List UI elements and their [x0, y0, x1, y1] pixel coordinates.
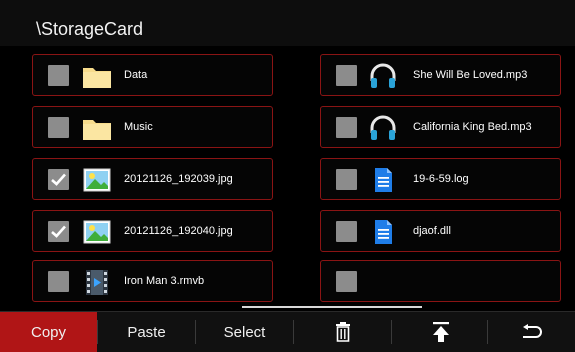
checkbox[interactable] — [336, 169, 357, 190]
file-item-video[interactable]: Iron Man 3.rmvb — [32, 260, 273, 302]
headphones-icon — [370, 63, 396, 88]
checkbox-checked[interactable] — [48, 169, 69, 190]
copy-label: Copy — [30, 323, 67, 341]
file-name: California King Bed.mp3 — [413, 121, 532, 133]
file-item-data[interactable]: Data — [32, 54, 273, 96]
file-name: Iron Man 3.rmvb — [124, 275, 205, 287]
file-name: djaof.dll — [413, 225, 451, 237]
move-to-top-button[interactable] — [392, 312, 489, 352]
document-icon — [375, 168, 392, 192]
file-item-image-2[interactable]: 20121126_192040.jpg — [32, 210, 273, 252]
document-icon — [375, 220, 392, 244]
file-item-dll[interactable]: djaof.dll — [320, 210, 561, 252]
headphones-icon — [370, 115, 396, 140]
paste-label: Paste — [127, 323, 166, 341]
file-grid: Data Music 20121126_192039.jpg 20121126_… — [0, 46, 575, 304]
delete-button[interactable] — [294, 312, 391, 352]
image-file-icon — [83, 220, 111, 244]
move-to-top-icon — [432, 322, 449, 342]
video-file-icon — [86, 270, 108, 295]
file-name: 19-6-59.log — [413, 173, 469, 185]
copy-button[interactable]: Copy — [0, 312, 97, 352]
bottom-toolbar: Copy Paste Select — [0, 311, 575, 352]
checkbox[interactable] — [48, 65, 69, 86]
file-item-empty[interactable] — [320, 260, 561, 302]
title-bar: \StorageCard — [0, 0, 575, 46]
file-name: She Will Be Loved.mp3 — [413, 69, 528, 81]
checkmark-icon — [51, 225, 66, 238]
file-item-mp3-2[interactable]: California King Bed.mp3 — [320, 106, 561, 148]
select-button[interactable]: Select — [196, 312, 293, 352]
trash-icon — [335, 322, 350, 342]
file-item-log[interactable]: 19-6-59.log — [320, 158, 561, 200]
checkbox[interactable] — [336, 117, 357, 138]
back-arrow-icon — [522, 324, 542, 338]
select-label: Select — [223, 323, 266, 341]
checkbox[interactable] — [336, 221, 357, 242]
checkbox-checked[interactable] — [48, 221, 69, 242]
file-name: 20121126_192040.jpg — [124, 225, 233, 237]
current-path: \StorageCard — [36, 19, 144, 39]
file-name: Data — [124, 69, 148, 81]
checkmark-icon — [51, 173, 66, 186]
folder-icon — [83, 120, 111, 140]
checkbox[interactable] — [336, 65, 357, 86]
checkbox[interactable] — [48, 117, 69, 138]
scroll-indicator[interactable] — [242, 306, 422, 308]
checkbox[interactable] — [48, 271, 69, 292]
folder-icon — [83, 68, 111, 88]
file-item-mp3-1[interactable]: She Will Be Loved.mp3 — [320, 54, 561, 96]
file-item-image-1[interactable]: 20121126_192039.jpg — [32, 158, 273, 200]
checkbox[interactable] — [336, 271, 357, 292]
image-file-icon — [83, 168, 111, 192]
back-button[interactable] — [488, 312, 575, 352]
file-name: 20121126_192039.jpg — [124, 173, 233, 185]
paste-button[interactable]: Paste — [98, 312, 195, 352]
file-name: Music — [124, 121, 153, 133]
file-item-music[interactable]: Music — [32, 106, 273, 148]
